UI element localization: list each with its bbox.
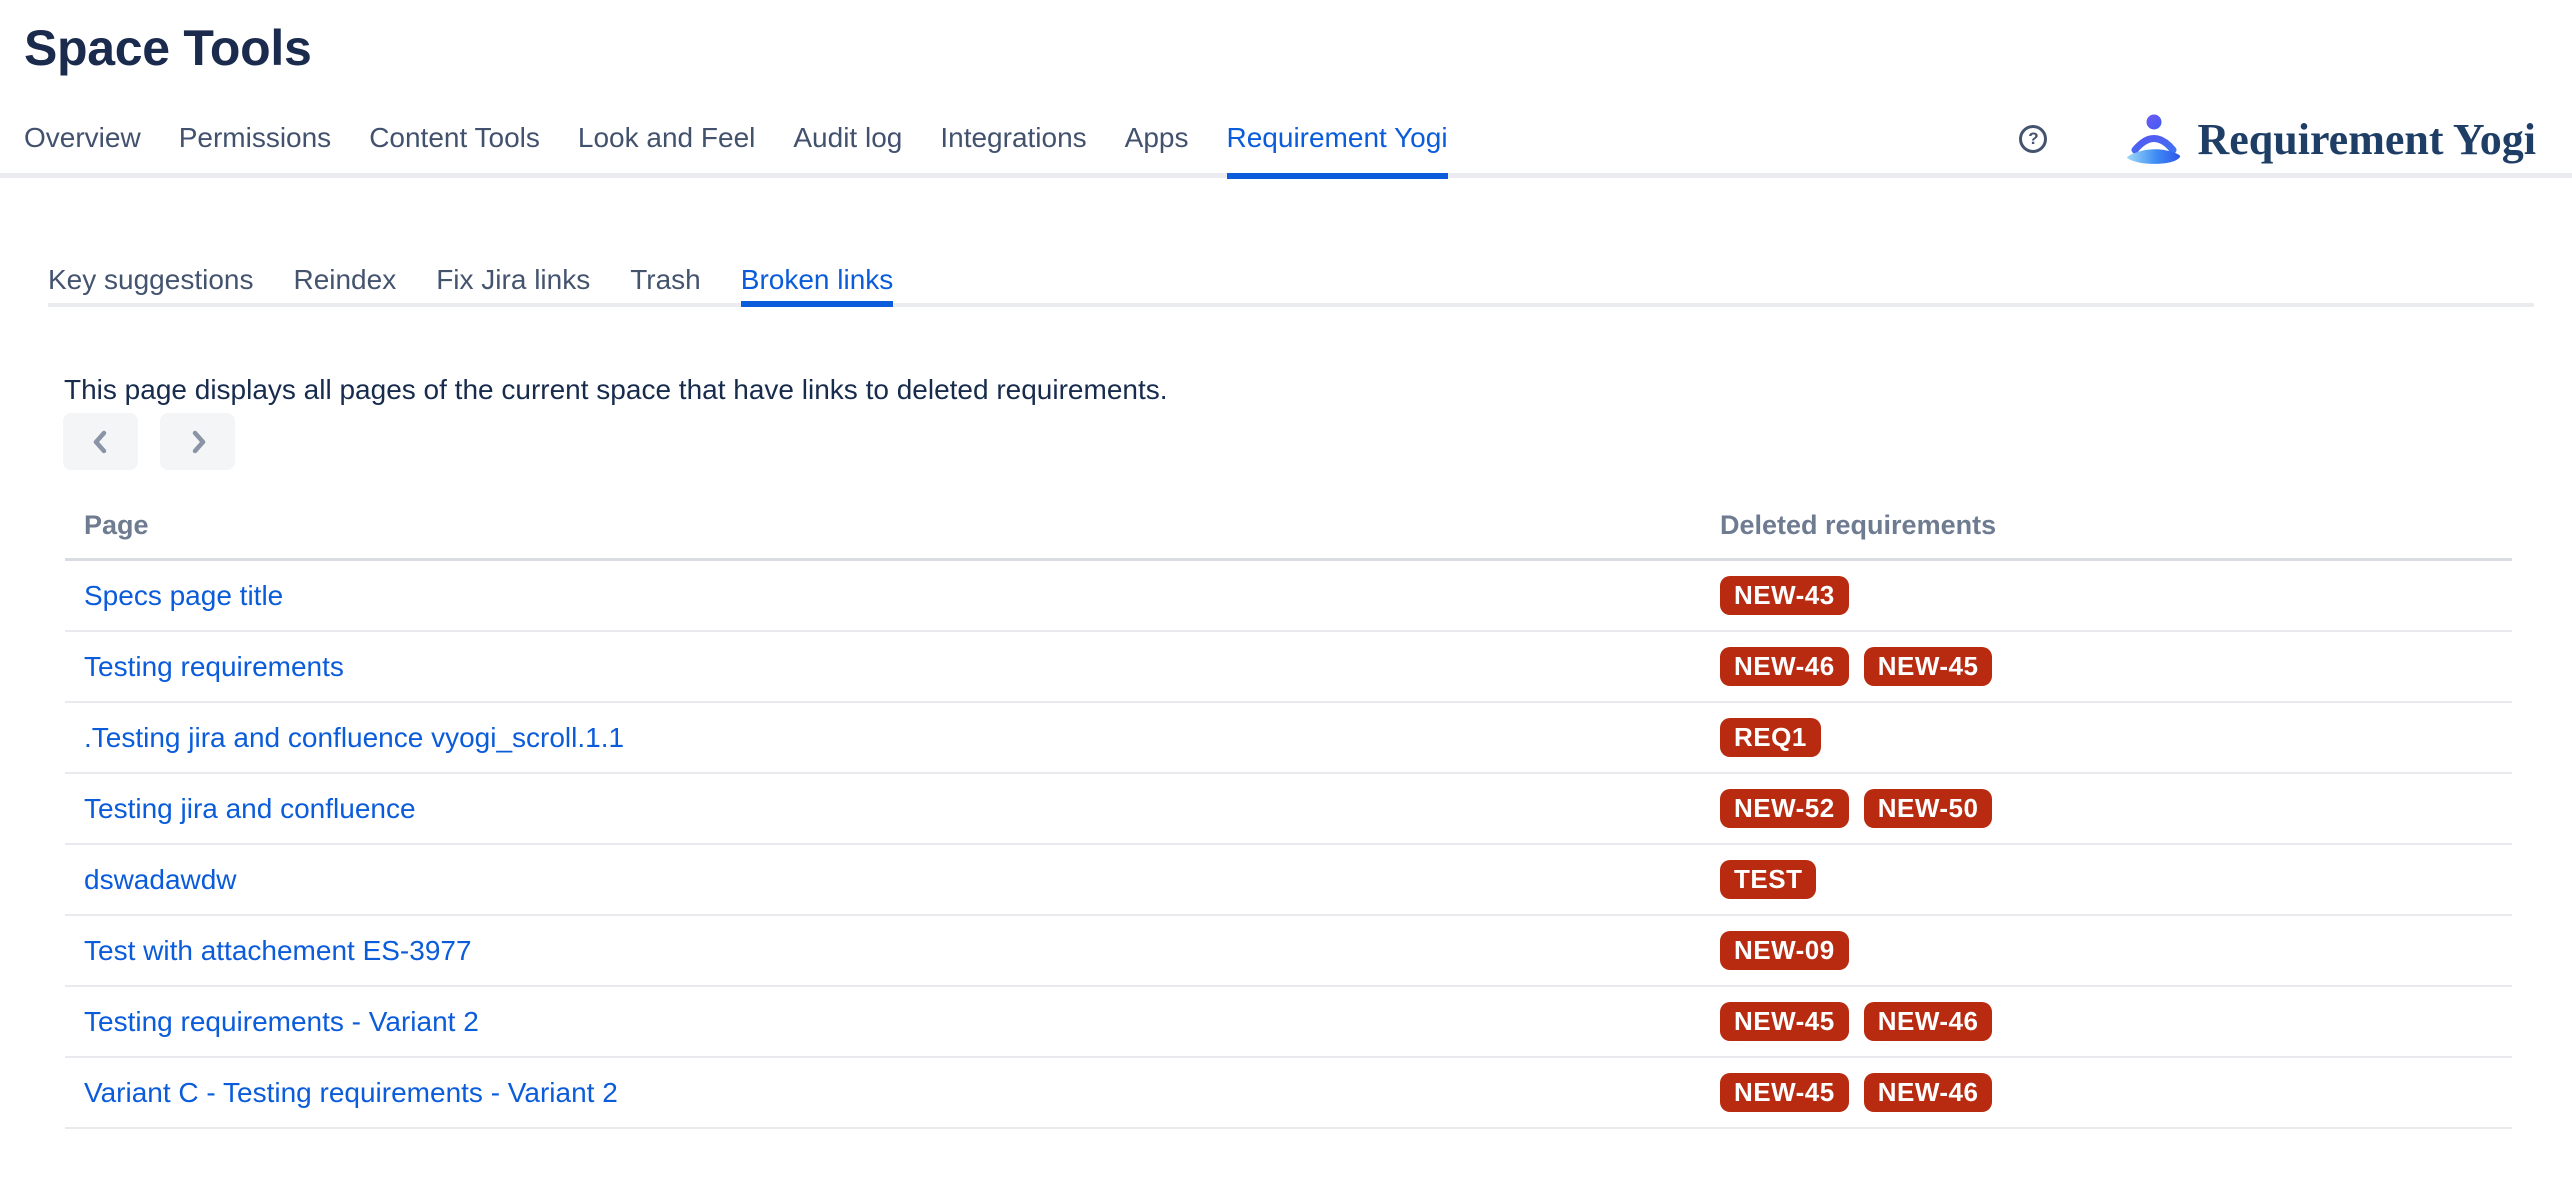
table-row: Test with attachement ES-3977 NEW-09 <box>65 915 2512 986</box>
deleted-requirement-badge: NEW-09 <box>1720 931 1849 970</box>
badge-group: NEW-45 NEW-46 <box>1720 1002 2512 1041</box>
table-row: dswadawdw TEST <box>65 844 2512 915</box>
requirement-yogi-subtab-bar: Key suggestions Reindex Fix Jira links T… <box>48 263 2534 307</box>
page-link[interactable]: Testing requirements - Variant 2 <box>84 1006 479 1037</box>
deleted-requirement-badge: NEW-52 <box>1720 789 1849 828</box>
page-cell: Testing jira and confluence <box>65 773 1700 844</box>
chevron-right-icon <box>185 429 211 455</box>
page-cell: .Testing jira and confluence vyogi_scrol… <box>65 702 1700 773</box>
deleted-requirements-cell: TEST <box>1700 844 2512 915</box>
nav-tab[interactable]: Requirement Yogi <box>1227 121 1448 154</box>
pagination <box>63 413 2572 470</box>
deleted-requirement-badge: TEST <box>1720 860 1816 899</box>
deleted-requirement-badge: NEW-45 <box>1864 647 1993 686</box>
prev-page-button[interactable] <box>63 413 138 470</box>
page-link[interactable]: dswadawdw <box>84 864 237 895</box>
nav-tab[interactable]: Apps <box>1125 121 1189 154</box>
page-link[interactable]: Specs page title <box>84 580 283 611</box>
page-link[interactable]: Testing requirements <box>84 651 344 682</box>
help-icon[interactable]: ? <box>2019 125 2047 153</box>
page-link[interactable]: Testing jira and confluence <box>84 793 416 824</box>
page-link[interactable]: Test with attachement ES-3977 <box>84 935 472 966</box>
table-row: Variant C - Testing requirements - Varia… <box>65 1057 2512 1128</box>
header-right-cluster: ? Requirement Yogi <box>2019 111 2536 167</box>
deleted-requirements-cell: NEW-46 NEW-45 <box>1700 631 2512 702</box>
chevron-left-icon <box>88 429 114 455</box>
subnav-tab[interactable]: Broken links <box>741 263 894 297</box>
deleted-requirements-cell: NEW-45 NEW-46 <box>1700 986 2512 1057</box>
space-tools-tab-bar: Overview Permissions Content Tools Look … <box>0 121 2572 178</box>
deleted-requirement-badge: NEW-46 <box>1720 647 1849 686</box>
column-header-deleted-requirements: Deleted requirements <box>1700 510 2512 560</box>
nav-tab[interactable]: Audit log <box>793 121 902 154</box>
space-tools-page: { "page": { "title": "Space Tools" }, "h… <box>0 22 2572 1188</box>
deleted-requirement-badge: NEW-50 <box>1864 789 1993 828</box>
requirement-yogi-logo: Requirement Yogi <box>2125 112 2536 166</box>
next-page-button[interactable] <box>160 413 235 470</box>
nav-tab[interactable]: Permissions <box>179 121 331 154</box>
page-description: This page displays all pages of the curr… <box>64 373 2572 407</box>
page-cell: Testing requirements - Variant 2 <box>65 986 1700 1057</box>
subnav-tab[interactable]: Reindex <box>293 263 396 297</box>
nav-tab[interactable]: Look and Feel <box>578 121 755 154</box>
deleted-requirement-badge: NEW-46 <box>1864 1073 1993 1112</box>
badge-group: NEW-43 <box>1720 576 2512 615</box>
page-link[interactable]: .Testing jira and confluence vyogi_scrol… <box>84 722 624 753</box>
deleted-requirement-badge: NEW-45 <box>1720 1073 1849 1112</box>
subnav-tab[interactable]: Trash <box>630 263 701 297</box>
page-title: Space Tools <box>24 22 2572 74</box>
page-link[interactable]: Variant C - Testing requirements - Varia… <box>84 1077 618 1108</box>
badge-group: NEW-09 <box>1720 931 2512 970</box>
subnav-tab[interactable]: Key suggestions <box>48 263 253 297</box>
table-row: Specs page title NEW-43 <box>65 560 2512 632</box>
deleted-requirements-cell: REQ1 <box>1700 702 2512 773</box>
yogi-icon <box>2125 112 2183 166</box>
deleted-requirements-cell: NEW-52 NEW-50 <box>1700 773 2512 844</box>
badge-group: NEW-46 NEW-45 <box>1720 647 2512 686</box>
badge-group: REQ1 <box>1720 718 2512 757</box>
page-cell: Variant C - Testing requirements - Varia… <box>65 1057 1700 1128</box>
table-row: .Testing jira and confluence vyogi_scrol… <box>65 702 2512 773</box>
help-glyph: ? <box>2028 129 2038 149</box>
deleted-requirement-badge: REQ1 <box>1720 718 1821 757</box>
broken-links-table: Page Deleted requirements Specs page tit… <box>65 510 2512 1129</box>
page-cell: Test with attachement ES-3977 <box>65 915 1700 986</box>
table-row: Testing requirements - Variant 2 NEW-45 … <box>65 986 2512 1057</box>
deleted-requirement-badge: NEW-43 <box>1720 576 1849 615</box>
deleted-requirements-cell: NEW-43 <box>1700 560 2512 632</box>
badge-group: TEST <box>1720 860 2512 899</box>
page-cell: Specs page title <box>65 560 1700 632</box>
deleted-requirements-cell: NEW-45 NEW-46 <box>1700 1057 2512 1128</box>
badge-group: NEW-52 NEW-50 <box>1720 789 2512 828</box>
subnav-tab[interactable]: Fix Jira links <box>436 263 590 297</box>
deleted-requirements-cell: NEW-09 <box>1700 915 2512 986</box>
logo-text: Requirement Yogi <box>2197 114 2536 165</box>
table-row: Testing requirements NEW-46 NEW-45 <box>65 631 2512 702</box>
nav-tab[interactable]: Overview <box>24 121 141 154</box>
badge-group: NEW-45 NEW-46 <box>1720 1073 2512 1112</box>
page-cell: dswadawdw <box>65 844 1700 915</box>
requirement-yogi-subtabs: Key suggestions Reindex Fix Jira links T… <box>48 263 2534 303</box>
nav-tab[interactable]: Content Tools <box>369 121 540 154</box>
deleted-requirement-badge: NEW-46 <box>1864 1002 1993 1041</box>
table-row: Testing jira and confluence NEW-52 NEW-5… <box>65 773 2512 844</box>
column-header-page: Page <box>65 510 1700 560</box>
nav-tab[interactable]: Integrations <box>940 121 1086 154</box>
page-cell: Testing requirements <box>65 631 1700 702</box>
deleted-requirement-badge: NEW-45 <box>1720 1002 1849 1041</box>
